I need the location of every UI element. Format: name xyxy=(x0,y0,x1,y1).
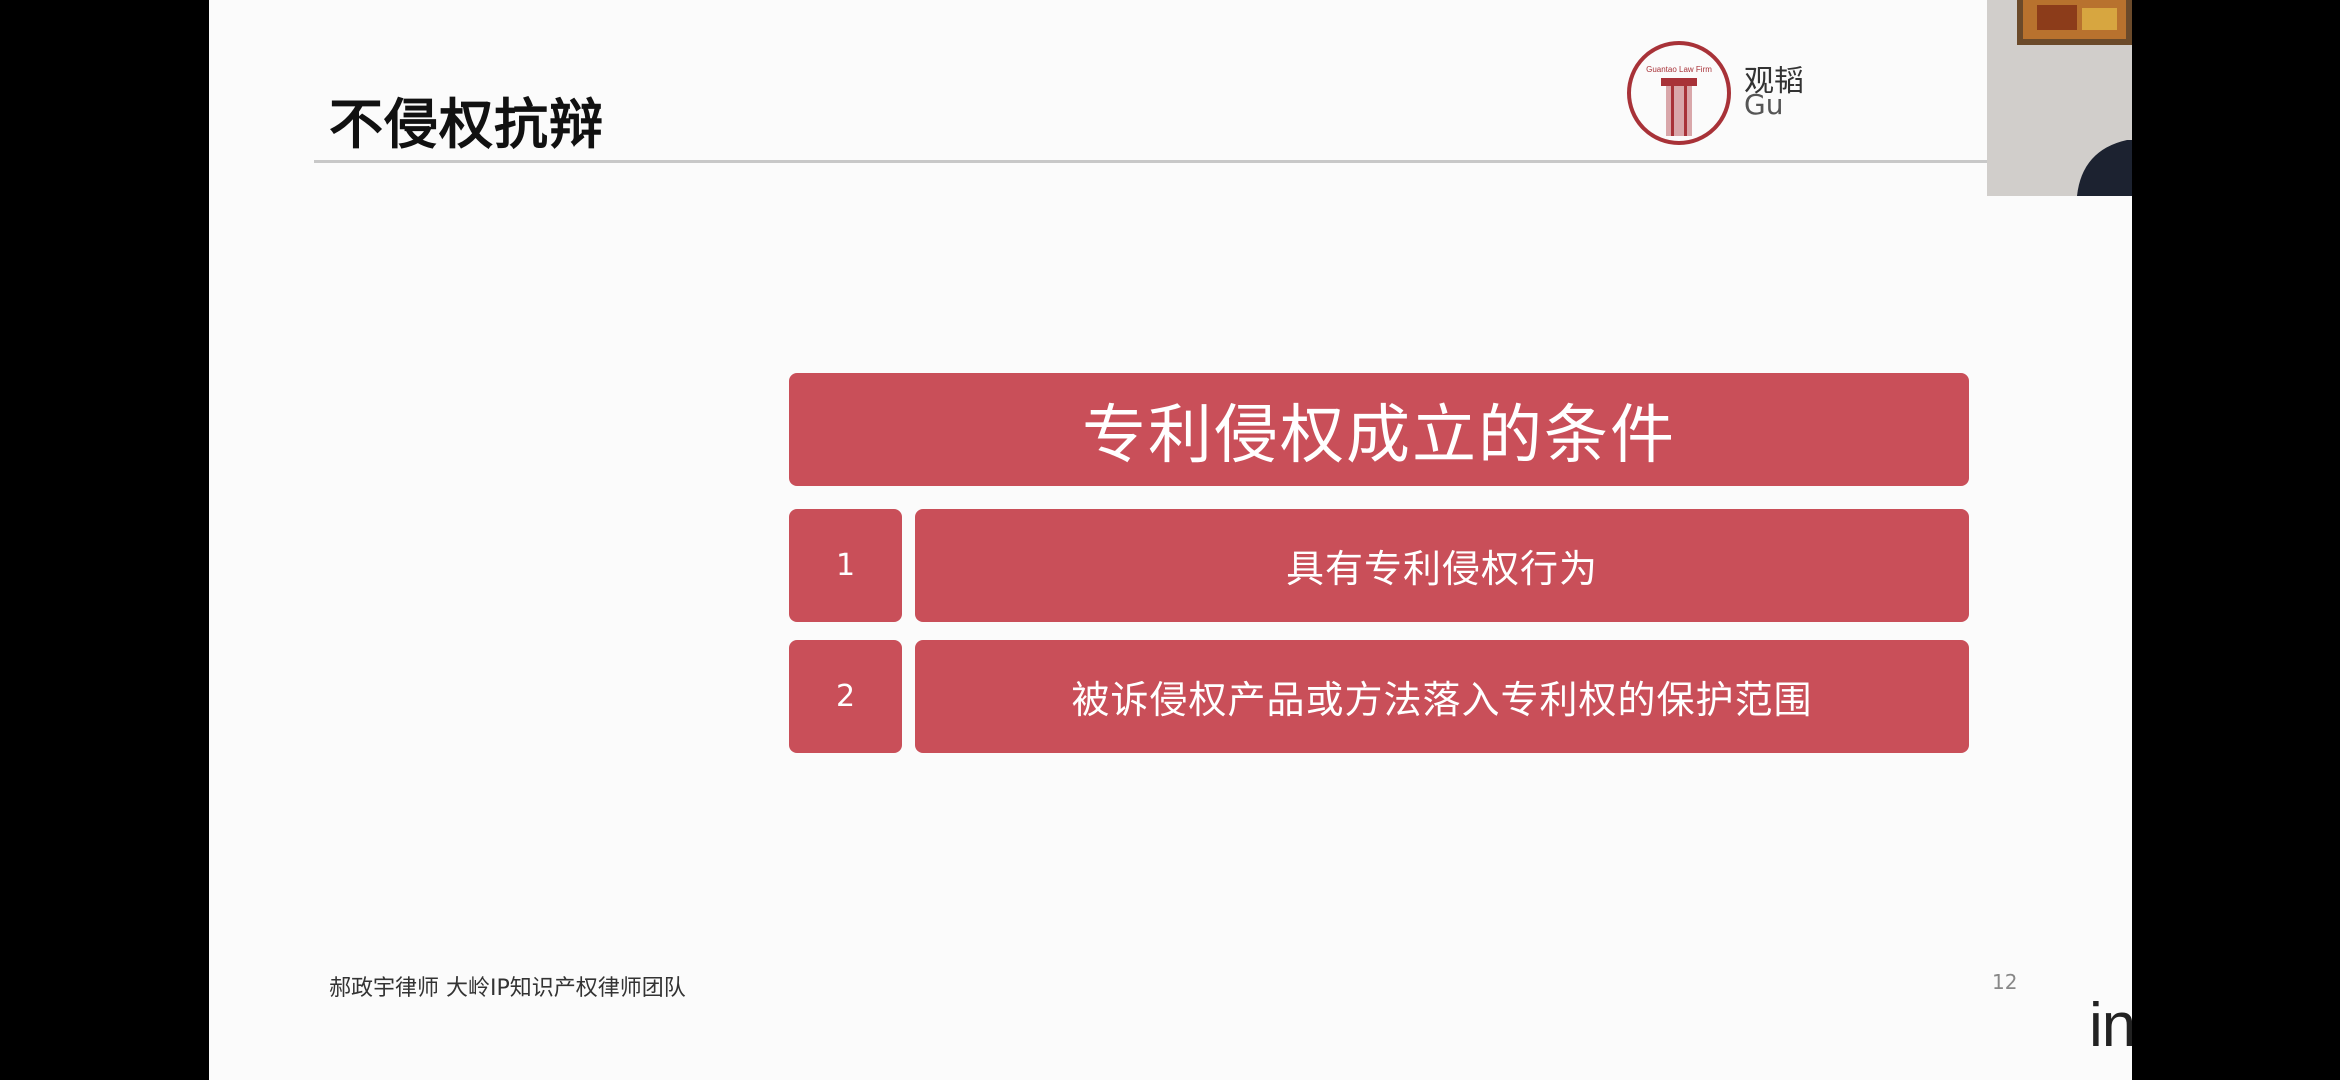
title-divider xyxy=(314,160,2049,163)
webcam-video xyxy=(1987,0,2132,196)
row-text-2: 被诉侵权产品或方法落入专利权的保护范围 xyxy=(915,640,1969,753)
logo-english-name: Gu xyxy=(1744,88,1784,121)
presenter-video-icon xyxy=(1987,0,2132,196)
slide-title: 不侵权抗辩 xyxy=(329,93,604,156)
conditions-header: 专利侵权成立的条件 xyxy=(789,373,1969,486)
row-number-2: 2 xyxy=(789,640,902,753)
page-number: 12 xyxy=(1992,970,2018,994)
incopat-brand: incoPat xyxy=(2089,991,2132,1060)
screen: 不侵权抗辩 Guantao Law Firm 观韬 Gu 专利侵权成立的条件 1… xyxy=(0,0,2340,1080)
row-text-1: 具有专利侵权行为 xyxy=(915,509,1969,622)
law-firm-logo: Guantao Law Firm xyxy=(1627,41,1731,145)
presentation-slide: 不侵权抗辩 Guantao Law Firm 观韬 Gu 专利侵权成立的条件 1… xyxy=(209,0,2132,1080)
slide-footer: 郝政宇律师 大岭IP知识产权律师团队 xyxy=(329,976,686,1001)
row-number-1: 1 xyxy=(789,509,902,622)
logo-ring-text: Guantao Law Firm xyxy=(1646,65,1712,74)
